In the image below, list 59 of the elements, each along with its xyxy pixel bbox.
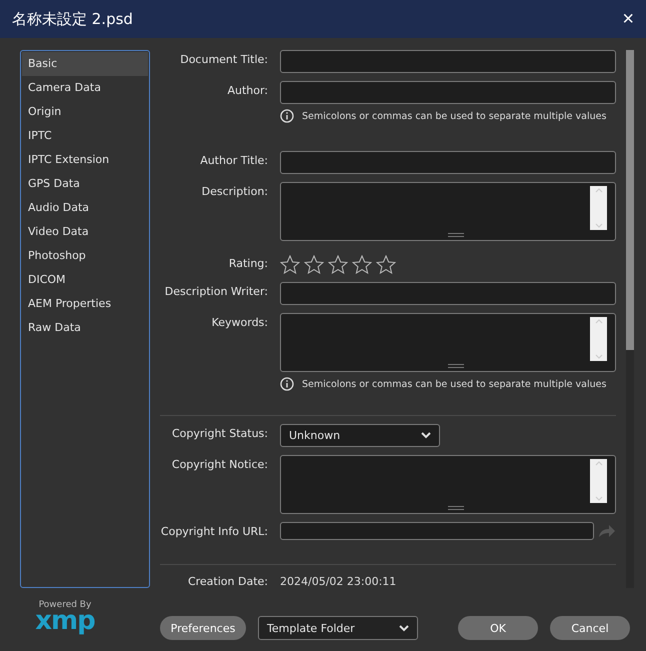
input-field[interactable] <box>280 50 616 73</box>
sidebar-item[interactable]: Audio Data <box>22 196 148 220</box>
field-label: Copyright Info URL: <box>160 524 268 538</box>
info-icon <box>280 109 294 123</box>
field-label: Rating: <box>228 256 268 270</box>
field-label: Description: <box>200 184 268 198</box>
text-area[interactable] <box>280 182 616 242</box>
info-icon <box>280 377 294 392</box>
field-label: Keywords: <box>210 315 268 330</box>
field-label: Creation Date: <box>186 574 268 588</box>
hint-text: Semicolons or commas can be used to separate multiple values <box>302 110 606 122</box>
input-field[interactable] <box>280 151 616 174</box>
sidebar-item[interactable]: DICOM <box>22 268 148 292</box>
logo: xmp <box>35 610 95 632</box>
url-field[interactable] <box>280 522 594 540</box>
field-label: Description Writer: <box>164 284 268 298</box>
scrollbar-drawing <box>590 317 607 362</box>
resize-grip-icon[interactable] <box>448 233 464 238</box>
date-value: 2024/05/02 23:00:11 <box>280 574 398 588</box>
sidebar-item[interactable]: Video Data <box>22 220 148 244</box>
ok-button[interactable]: OK <box>458 616 538 640</box>
sidebar-item[interactable]: Basic <box>22 52 148 76</box>
cancel-button[interactable]: Cancel <box>550 616 630 640</box>
sidebar-item[interactable]: IPTC <box>22 124 148 148</box>
hint-text: Semicolons or commas can be used to separate multiple values <box>302 378 606 390</box>
field-label: Document Title: <box>179 52 268 66</box>
sidebar-item[interactable]: Camera Data <box>22 76 148 100</box>
scrollbar-drawing <box>590 458 607 503</box>
chevron-down-icon <box>399 624 409 632</box>
resize-grip-icon[interactable] <box>448 506 464 510</box>
input-field[interactable] <box>280 282 616 306</box>
resize-grip-icon[interactable] <box>448 364 464 368</box>
field-label: Copyright Notice: <box>170 456 268 471</box>
sidebar-item[interactable]: Raw Data <box>22 316 148 340</box>
text-area[interactable] <box>280 313 616 372</box>
scrollbar-drawing <box>590 186 607 230</box>
preferences-button[interactable]: Preferences <box>160 616 246 640</box>
sidebar-item[interactable]: IPTC Extension <box>22 148 148 172</box>
field-label: Copyright Status: <box>170 426 268 440</box>
field-label: Author Title: <box>199 153 268 168</box>
star-icon[interactable] <box>376 255 396 274</box>
scrollbar[interactable] <box>626 50 634 588</box>
star-icon[interactable] <box>280 255 300 274</box>
template-dropdown[interactable]: Template Folder <box>258 616 418 640</box>
sidebar-item[interactable]: AEM Properties <box>22 292 148 316</box>
sidebar-item[interactable]: Origin <box>22 100 148 124</box>
star-icon[interactable] <box>352 255 372 274</box>
status-dropdown[interactable]: Unknown <box>280 424 440 447</box>
sidebar-item[interactable]: Photoshop <box>22 244 148 268</box>
chevron-down-icon <box>421 432 431 439</box>
field-label: Author: <box>226 83 268 97</box>
star-icon[interactable] <box>328 255 348 274</box>
window-title: 名称未設定 2.psd <box>12 10 133 28</box>
close-button[interactable]: × <box>620 8 636 30</box>
star-icon[interactable] <box>304 255 324 274</box>
powered-by-text: Powered By <box>38 600 92 610</box>
input-field[interactable] <box>280 81 616 104</box>
sidebar-item[interactable]: GPS Data <box>22 172 148 196</box>
text-area[interactable] <box>280 454 616 514</box>
